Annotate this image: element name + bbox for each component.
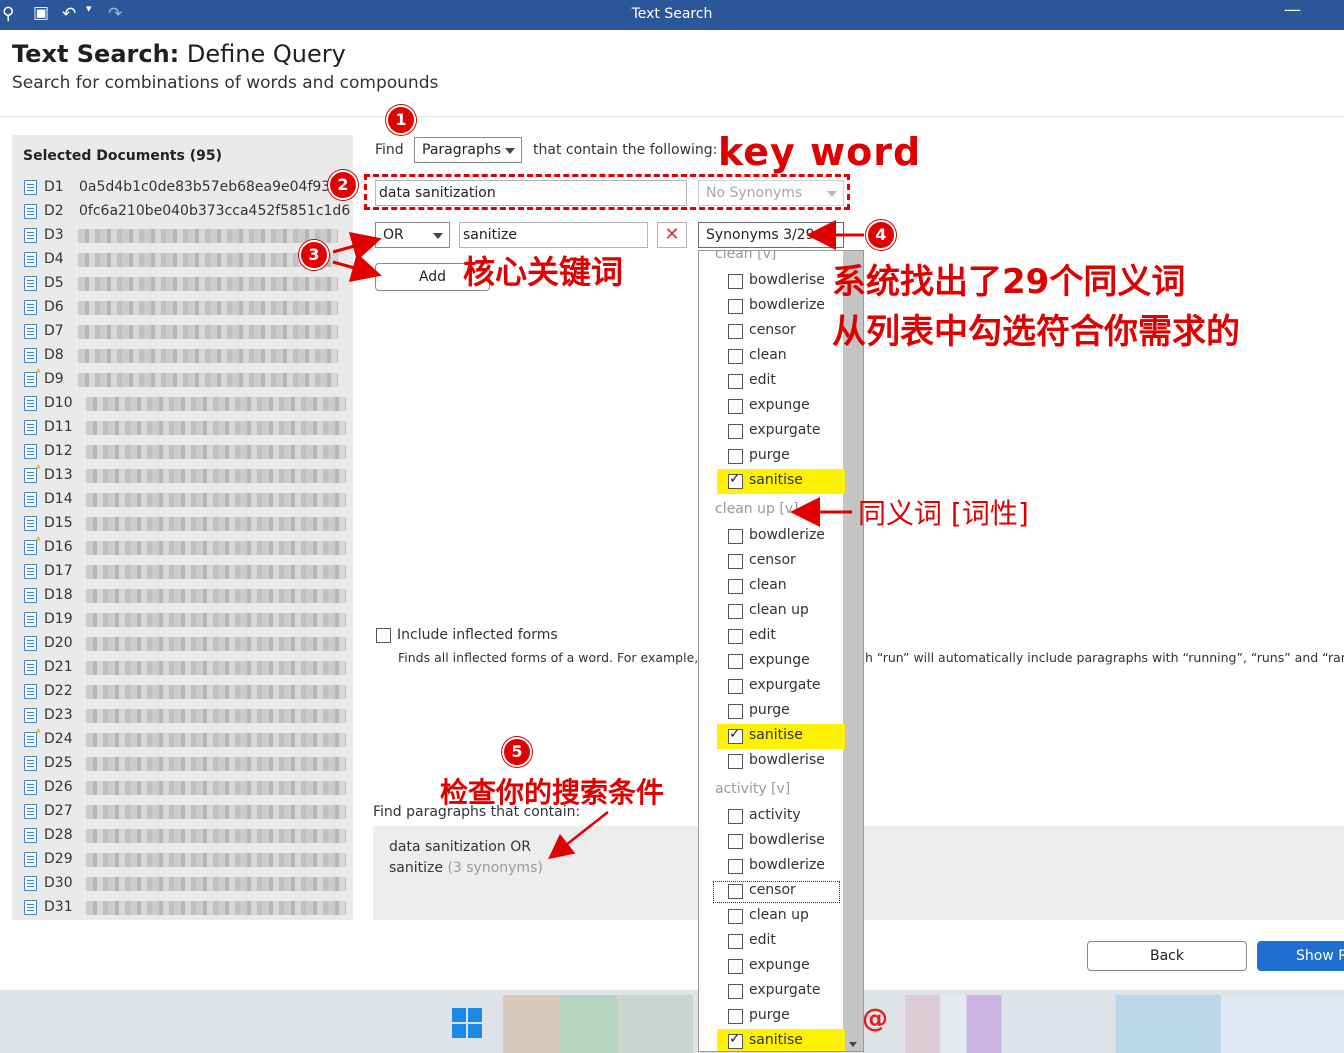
annotation-arrows <box>332 220 864 860</box>
arrow-to-summary <box>548 811 609 860</box>
arrow-to-add <box>332 253 382 282</box>
arrow-to-operator <box>332 232 382 261</box>
